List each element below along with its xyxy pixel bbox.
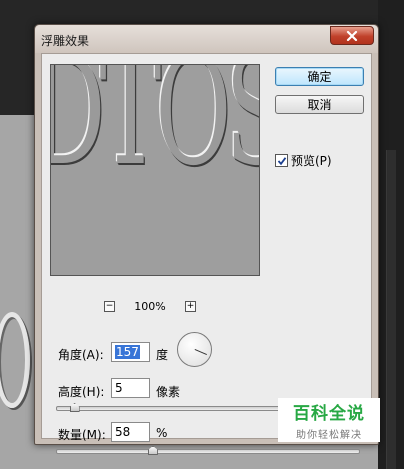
angle-unit: 度 [156, 348, 169, 362]
dialog-title: 浮雕效果 [41, 34, 90, 48]
close-icon [346, 30, 358, 41]
watermark-subtitle: 助你轻松解决 [296, 430, 362, 441]
close-button[interactable] [330, 26, 374, 45]
height-label: 高度(H): [58, 385, 105, 399]
height-slider-thumb[interactable] [69, 403, 80, 412]
angle-dial-pointer [194, 349, 207, 355]
watermark-title: 百科全说 [293, 404, 365, 424]
preview-checkbox-row[interactable]: 预览(P) [275, 152, 332, 169]
preview-checkbox-label: 预览(P) [291, 154, 332, 168]
zoom-out-button[interactable]: − [104, 300, 115, 312]
angle-label: 角度(A): [58, 348, 104, 362]
preview-checkbox[interactable] [275, 154, 288, 167]
angle-dial[interactable] [177, 332, 212, 367]
amount-value: 58 [115, 425, 131, 439]
checkmark-icon [277, 156, 286, 165]
zoom-level: 100% [134, 299, 166, 313]
amount-label: 数量(M): [58, 428, 106, 442]
zoom-controls: − 100% + [104, 298, 196, 314]
amount-slider-track[interactable] [56, 449, 360, 454]
watermark-logo: 百科全说 助你轻松解决 [278, 398, 380, 442]
height-value: 5 [115, 381, 123, 395]
amount-unit: % [156, 426, 168, 440]
canvas-scrollbar[interactable] [386, 150, 396, 469]
angle-input[interactable]: 157 [111, 342, 150, 362]
zoom-in-button[interactable]: + [185, 300, 196, 312]
angle-value: 157 [115, 345, 140, 359]
dialog-titlebar[interactable]: 浮雕效果 [35, 25, 378, 53]
emboss-dialog: 浮雕效果 DTOSI − 100% + 确定 取消 预览(P) [34, 24, 379, 455]
height-input[interactable]: 5 [111, 378, 150, 398]
height-unit: 像素 [156, 385, 181, 399]
cancel-button[interactable]: 取消 [275, 95, 364, 114]
preview-background [51, 205, 259, 275]
preview-image-text: DTOSI [51, 64, 259, 199]
ok-button[interactable]: 确定 [275, 67, 364, 86]
effect-preview[interactable]: DTOSI [50, 64, 260, 276]
amount-input[interactable]: 58 [111, 422, 150, 442]
dialog-body: DTOSI − 100% + 确定 取消 预览(P) 角度(A): 157 度 [41, 53, 372, 455]
